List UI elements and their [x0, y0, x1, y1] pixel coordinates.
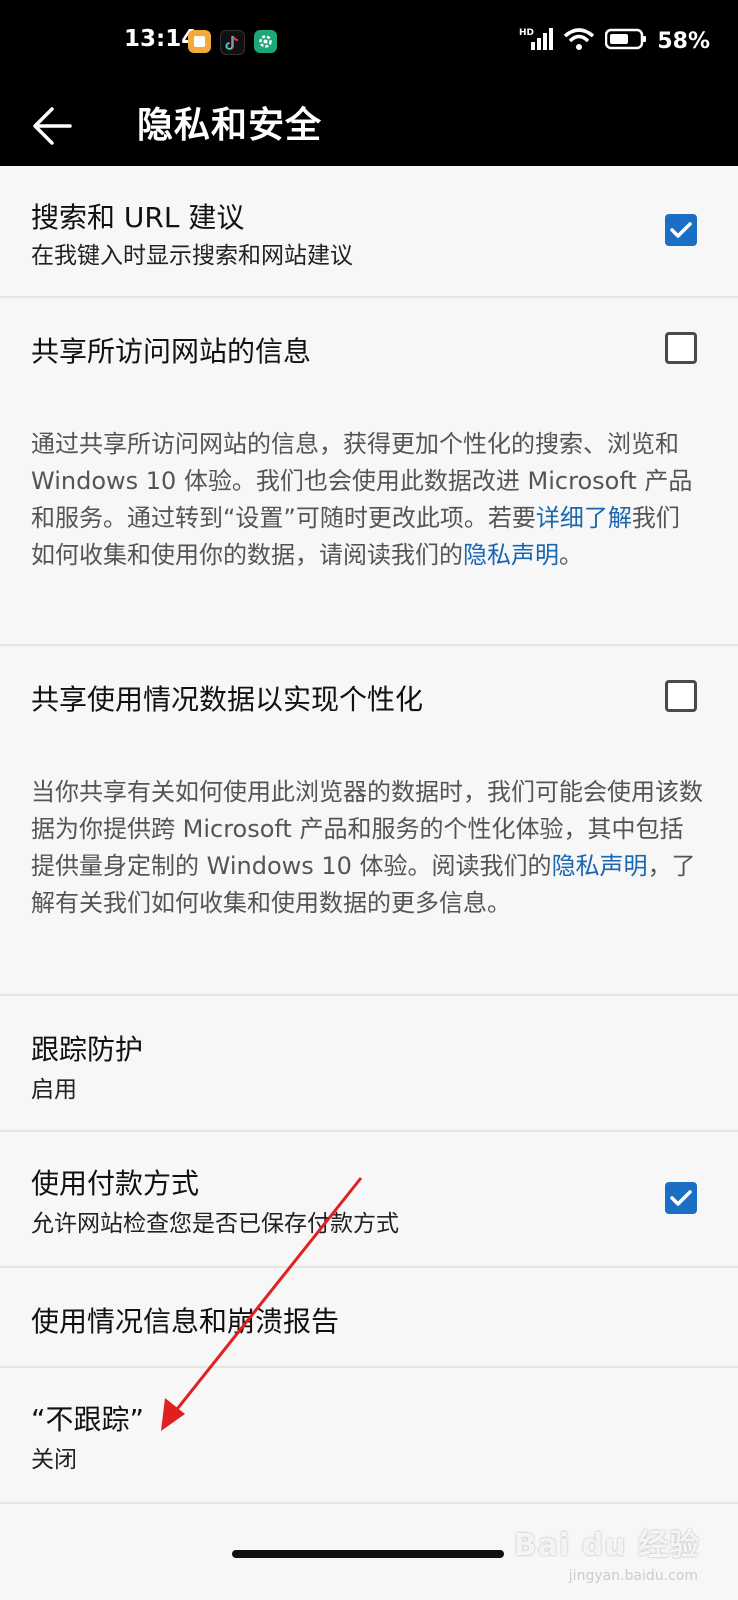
- checkmark-icon: [670, 1190, 692, 1206]
- svg-text:HD: HD: [519, 28, 534, 38]
- setting-title: 跟踪防护: [31, 1033, 144, 1066]
- setting-usage-crash-reports[interactable]: 使用情况信息和崩溃报告: [0, 1268, 738, 1368]
- status-indicators: HD 58%: [519, 26, 710, 56]
- baidu-watermark-url: jingyan.baidu.com: [568, 1568, 698, 1584]
- setting-description: 通过共享所访问网站的信息，获得更加个性化的搜索、浏览和 Windows 10 体…: [31, 430, 693, 569]
- setting-subtitle: 关闭: [31, 1447, 77, 1473]
- search-suggestions-checkbox[interactable]: [665, 214, 697, 246]
- arrow-left-icon: [24, 107, 84, 160]
- back-button[interactable]: [24, 96, 84, 156]
- share-usage-checkbox[interactable]: [665, 680, 697, 712]
- setting-title: “不跟踪”: [31, 1403, 145, 1436]
- app-bar: 隐私和安全: [0, 84, 738, 166]
- home-indicator[interactable]: [232, 1550, 504, 1558]
- setting-title: 共享使用情况数据以实现个性化: [31, 683, 424, 716]
- privacy-statement-link[interactable]: 隐私声明: [552, 852, 648, 880]
- setting-title: 共享所访问网站的信息: [31, 335, 312, 368]
- share-sites-checkbox[interactable]: [665, 332, 697, 364]
- tiktok-icon: [220, 30, 245, 55]
- setting-share-visited-sites[interactable]: 共享所访问网站的信息 通过共享所访问网站的信息，获得更加个性化的搜索、浏览和 W…: [0, 298, 738, 646]
- setting-subtitle: 启用: [31, 1077, 77, 1103]
- setting-title: 搜索和 URL 建议: [31, 201, 245, 234]
- settings-gear-icon: [254, 30, 277, 53]
- setting-description: 当你共享有关如何使用此浏览器的数据时，我们可能会使用该数据为你提供跨 Micro…: [31, 778, 703, 917]
- status-time: 13:14: [124, 26, 198, 52]
- checkmark-icon: [670, 222, 692, 238]
- battery-icon: [605, 28, 647, 54]
- learn-more-link[interactable]: 详细了解: [536, 504, 632, 532]
- page-title: 隐私和安全: [137, 105, 323, 146]
- status-bar: 13:14 HD 58%: [0, 0, 738, 84]
- setting-subtitle: 在我键入时显示搜索和网站建议: [31, 243, 353, 269]
- signal-icon: HD: [519, 26, 554, 56]
- setting-subtitle: 允许网站检查您是否已保存付款方式: [31, 1211, 399, 1237]
- setting-do-not-track[interactable]: “不跟踪” 关闭: [0, 1368, 738, 1504]
- setting-title: 使用情况信息和崩溃报告: [31, 1305, 340, 1338]
- settings-list: 搜索和 URL 建议 在我键入时显示搜索和网站建议 共享所访问网站的信息 通过共…: [0, 166, 738, 1504]
- setting-tracking-prevention[interactable]: 跟踪防护 启用: [0, 996, 738, 1132]
- setting-share-usage-data[interactable]: 共享使用情况数据以实现个性化 当你共享有关如何使用此浏览器的数据时，我们可能会使…: [0, 646, 738, 996]
- battery-percent: 58%: [657, 28, 710, 54]
- setting-payment-methods[interactable]: 使用付款方式 允许网站检查您是否已保存付款方式: [0, 1132, 738, 1268]
- setting-title: 使用付款方式: [31, 1167, 200, 1200]
- setting-search-url-suggestions[interactable]: 搜索和 URL 建议 在我键入时显示搜索和网站建议: [0, 166, 738, 298]
- baidu-watermark-logo: Bai du 经验: [513, 1528, 700, 1563]
- notes-app-icon: [188, 30, 211, 53]
- wifi-icon: [563, 27, 595, 55]
- privacy-statement-link[interactable]: 隐私声明: [463, 541, 559, 569]
- payment-methods-checkbox[interactable]: [665, 1182, 697, 1214]
